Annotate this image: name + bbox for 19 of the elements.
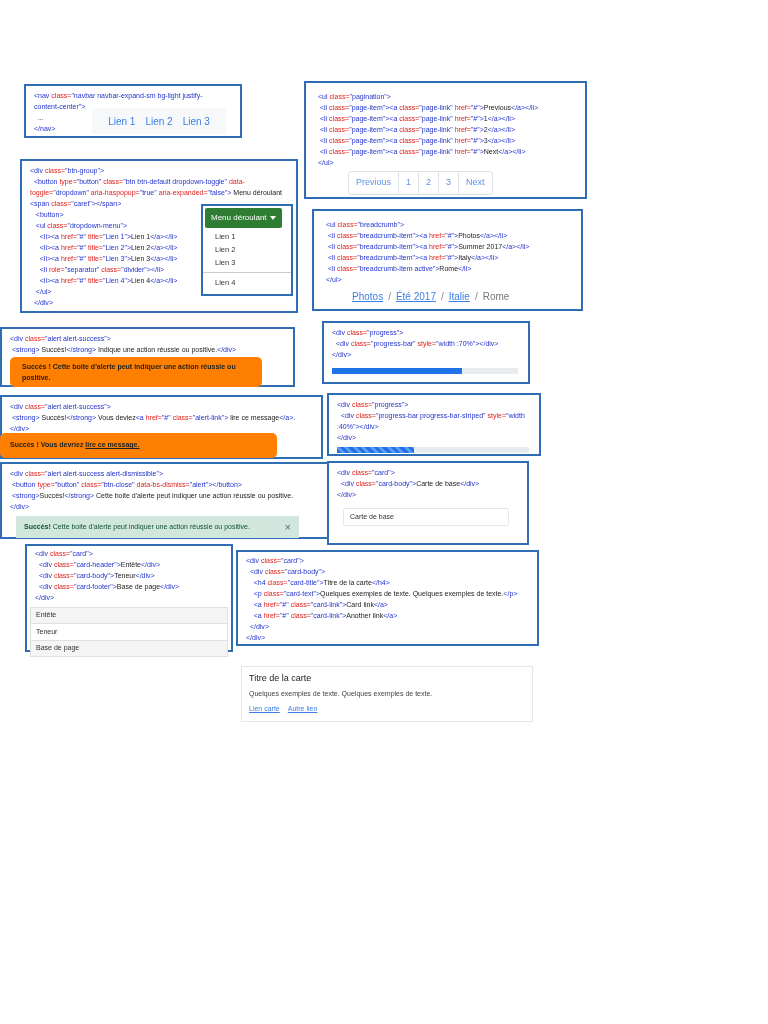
breadcrumb-separator: / (440, 290, 444, 304)
breadcrumb-separator: / (474, 290, 478, 304)
breadcrumb-item[interactable]: Rome (482, 289, 510, 304)
page-link[interactable]: 1 (398, 172, 419, 194)
close-button[interactable]: × (284, 521, 291, 533)
breadcrumb-item[interactable]: Italie (448, 289, 470, 304)
page-link[interactable]: 3 (438, 172, 459, 194)
nav-link[interactable]: Lien 3 (182, 113, 210, 129)
page-link[interactable]: 2 (418, 172, 439, 194)
caret-icon (269, 216, 276, 220)
page-link[interactable]: Previous (349, 172, 398, 194)
card-title: Titre de la carte (249, 672, 313, 685)
page-link[interactable]: Next (458, 172, 492, 194)
breadcrumb-item[interactable]: Photos (352, 289, 384, 304)
nav-link[interactable]: Lien 2 (145, 113, 173, 129)
dropdown-toggle[interactable]: Menu déroulant (205, 208, 282, 228)
breadcrumb-item[interactable]: Été 2017 (395, 289, 436, 304)
breadcrumb-separator: / (388, 290, 391, 304)
nav-link[interactable]: Lien 1 (108, 113, 136, 129)
